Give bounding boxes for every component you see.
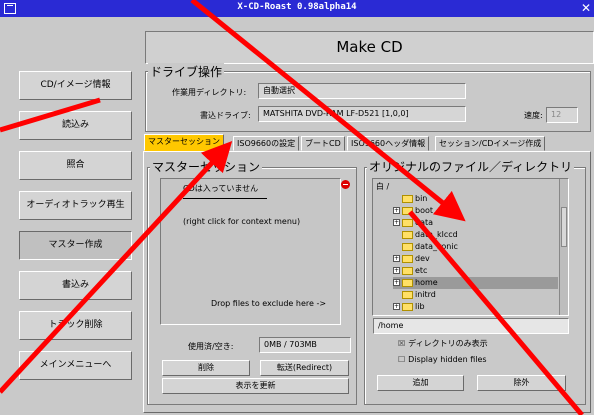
expander-icon[interactable]: + xyxy=(393,303,400,310)
sidebar-item-main-menu[interactable]: メインメニューへ xyxy=(19,351,132,380)
tree-item-label: etc xyxy=(415,266,428,275)
tree-item[interactable]: + dev xyxy=(393,253,558,265)
drive-section-label: ドライブ操作 xyxy=(148,63,225,80)
dirs-only-label: ディレクトリのみ表示 xyxy=(408,339,488,348)
tree-item[interactable]: +bin xyxy=(393,193,558,205)
no-entry-icon xyxy=(341,180,350,189)
folder-icon xyxy=(402,242,413,251)
app-window: X-CD-Roast 0.98alpha14 ✕ CD/イメージ情報 読込み 照… xyxy=(0,0,594,415)
sidebar-item-play-audio[interactable]: オーディオトラック再生 xyxy=(19,191,132,220)
sidebar-item-read[interactable]: 読込み xyxy=(19,111,132,140)
workdir-select[interactable]: 自動選択 xyxy=(258,83,466,99)
tree-item[interactable]: + home xyxy=(393,277,558,289)
sidebar: CD/イメージ情報 読込み 照合 オーディオトラック再生 マスター作成 書込み … xyxy=(0,17,140,415)
tree-item-label: initrd xyxy=(415,290,436,299)
folder-icon xyxy=(402,218,413,227)
page-title: Make CD xyxy=(145,31,594,64)
folder-icon xyxy=(402,194,413,203)
refresh-button[interactable]: 表示を更新 xyxy=(162,378,349,394)
tree-item[interactable]: + lib xyxy=(393,301,558,313)
tree-item-label: dev xyxy=(415,254,430,263)
master-list-line: (right click for context menu) xyxy=(183,217,301,226)
sidebar-item-write[interactable]: 書込み xyxy=(19,271,132,300)
expander-icon[interactable]: + xyxy=(393,267,400,274)
hidden-files-label: Display hidden files xyxy=(408,355,487,364)
folder-icon xyxy=(402,278,413,287)
tree-item-label: boot xyxy=(415,206,434,215)
tab-boot-cd[interactable]: ブートCD xyxy=(301,136,345,151)
writer-label: 書込ドライブ: xyxy=(200,111,251,120)
tab-iso9660-settings[interactable]: ISO9660の設定 xyxy=(233,136,300,151)
tree-item-label: bin xyxy=(415,194,428,203)
tree-item[interactable]: + data xyxy=(393,217,558,229)
drop-hint: Drop files to exclude here -> xyxy=(211,299,327,308)
tree-item[interactable]: +initrd xyxy=(393,289,558,301)
checkbox-checked-icon: ☒ xyxy=(398,339,406,348)
sidebar-item-master[interactable]: マスター作成 xyxy=(19,231,132,260)
tree-item[interactable]: +data_konic xyxy=(393,241,558,253)
master-list-line: CDは入っていません xyxy=(183,184,259,193)
usage-label: 使用済/空き: xyxy=(188,342,234,351)
speed-label: 速度: xyxy=(524,111,543,120)
tree-item[interactable]: + boot xyxy=(393,205,558,217)
tab-iso9660-header[interactable]: ISO9660ヘッダ情報 xyxy=(347,136,430,151)
master-file-list[interactable]: CDは入っていません (right click for context menu… xyxy=(160,178,341,325)
scrollbar-thumb[interactable] xyxy=(561,207,567,247)
tree-item-label: data_klccd xyxy=(415,230,458,239)
title-bar[interactable]: X-CD-Roast 0.98alpha14 ✕ xyxy=(0,0,594,17)
tree-item-label: data_konic xyxy=(415,242,458,251)
hidden-files-checkbox[interactable]: ☐ Display hidden files xyxy=(398,355,487,364)
usage-field: 0MB / 703MB xyxy=(259,337,351,353)
folder-icon xyxy=(402,290,413,299)
exclude-button[interactable]: 除外 xyxy=(477,375,566,391)
folder-icon xyxy=(402,206,413,215)
sidebar-item-cd-info[interactable]: CD/イメージ情報 xyxy=(19,71,132,100)
expander-icon[interactable]: + xyxy=(393,279,400,286)
speed-spinner[interactable]: 12 xyxy=(546,107,578,123)
tree-item-label: home xyxy=(415,278,438,287)
expander-icon[interactable]: + xyxy=(393,207,400,214)
tree-item-label: data xyxy=(415,218,434,227)
path-input[interactable]: /home xyxy=(373,318,569,334)
folder-icon xyxy=(402,266,413,275)
expander-icon[interactable]: + xyxy=(393,219,400,226)
add-button[interactable]: 追加 xyxy=(377,375,464,391)
drive-frame xyxy=(145,71,591,132)
folder-icon xyxy=(402,230,413,239)
window-title: X-CD-Roast 0.98alpha14 xyxy=(237,2,357,12)
tree-item-label: lib xyxy=(415,302,425,311)
folder-icon xyxy=(402,302,413,311)
close-icon[interactable]: ✕ xyxy=(581,1,591,15)
delete-button[interactable]: 削除 xyxy=(162,360,250,376)
folder-icon xyxy=(402,254,413,263)
master-section-label: マスターセッション xyxy=(150,158,263,175)
tab-session-image[interactable]: セッション/CDイメージ作成 xyxy=(435,136,546,151)
sidebar-item-verify[interactable]: 照合 xyxy=(19,151,132,180)
directory-tree[interactable]: 白 / +bin+boot+data+data_klccd+data_konic… xyxy=(372,178,569,316)
tree-root[interactable]: 白 / xyxy=(376,181,389,193)
sidebar-item-delete-track[interactable]: トラック削除 xyxy=(19,311,132,340)
original-section-label: オリジナルのファイル／ディレクトリ xyxy=(367,158,575,175)
tree-item[interactable]: + etc xyxy=(393,265,558,277)
tab-master-session[interactable]: マスターセッション xyxy=(144,134,224,151)
tree-scrollbar[interactable] xyxy=(559,179,568,315)
expander-icon[interactable]: + xyxy=(393,255,400,262)
tree-item[interactable]: +data_klccd xyxy=(393,229,558,241)
checkbox-unchecked-icon: ☐ xyxy=(398,355,406,364)
writer-select[interactable]: MATSHITA DVD-RAM LF-D521 [1,0,0] xyxy=(258,106,466,122)
master-list-divider xyxy=(183,198,267,199)
dirs-only-checkbox[interactable]: ☒ ディレクトリのみ表示 xyxy=(398,338,488,349)
redirect-button[interactable]: 転送(Redirect) xyxy=(260,360,349,376)
workdir-label: 作業用ディレクトリ: xyxy=(172,88,247,97)
